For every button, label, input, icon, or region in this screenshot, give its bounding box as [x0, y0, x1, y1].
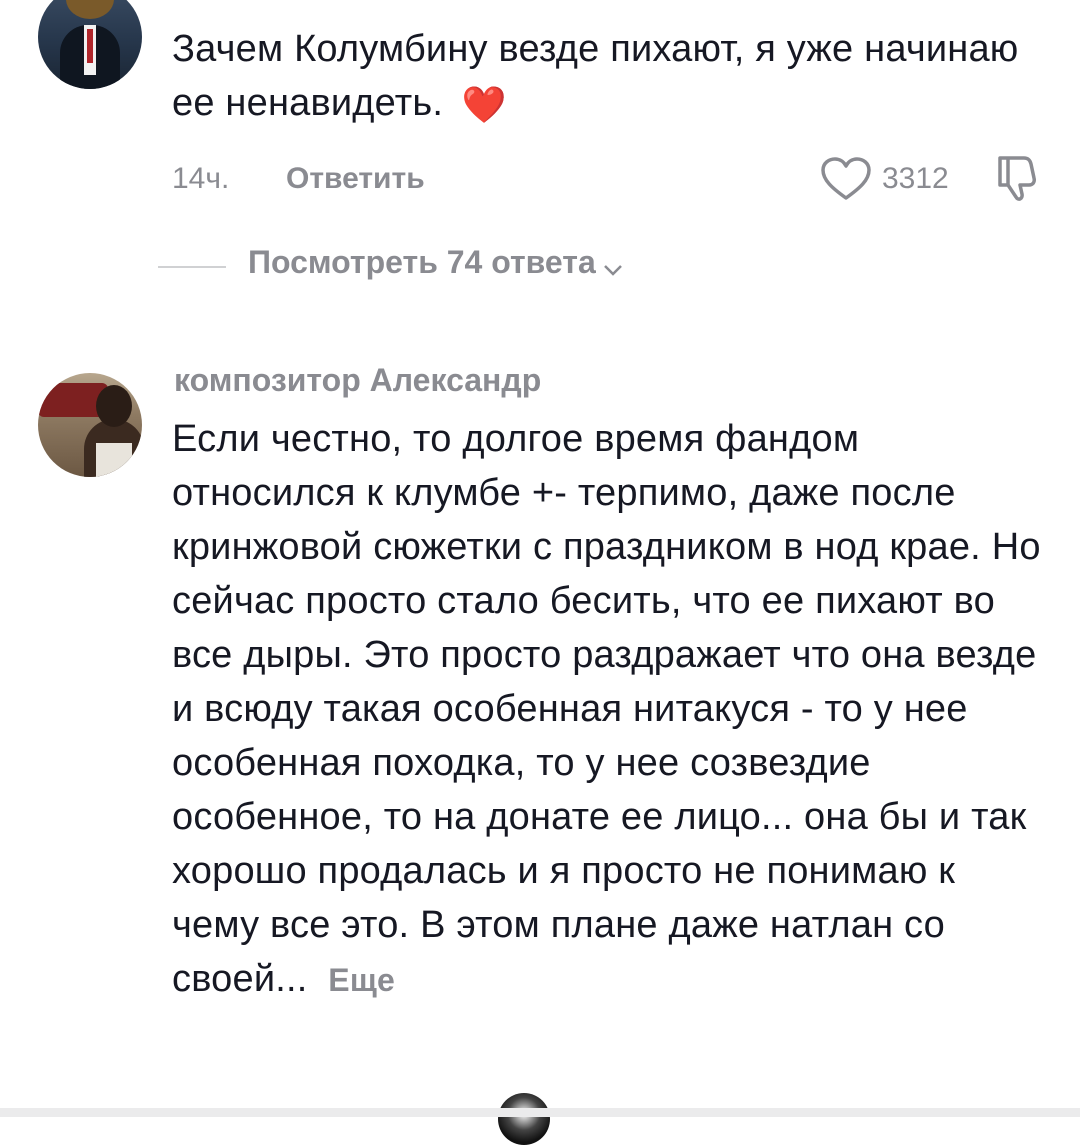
comment-2-text: Если честно, то долгое время фандом отно… — [172, 412, 1052, 1007]
comment-2-username[interactable]: композитор Александр — [174, 362, 541, 399]
comment-1-reply-button[interactable]: Ответить — [286, 162, 425, 196]
replies-divider — [158, 266, 226, 268]
view-replies-button[interactable]: Посмотреть 74 ответа — [248, 244, 624, 281]
comment-1-like-count: 3312 — [882, 162, 949, 195]
red-heart-emoji: ❤️ — [461, 84, 507, 125]
thumbs-down-icon[interactable] — [992, 152, 1040, 204]
comment-1-time: 14ч. — [172, 162, 230, 195]
comment-1-text: Зачем Колумбину везде пихают, я уже начи… — [172, 22, 1052, 132]
view-replies-label: Посмотреть 74 ответа — [248, 244, 596, 280]
more-button[interactable]: Еще — [328, 962, 395, 998]
partial-avatar — [498, 1093, 550, 1145]
chevron-down-icon — [602, 252, 624, 276]
comment-1-body: Зачем Колумбину везде пихают, я уже начи… — [172, 28, 1019, 124]
comment-2-avatar[interactable] — [38, 373, 142, 477]
bottom-overlay-bar — [0, 1108, 1080, 1117]
comment-2-body: Если честно, то долгое время фандом отно… — [172, 418, 1041, 1000]
heart-outline-icon[interactable] — [820, 156, 872, 202]
comment-1-avatar[interactable] — [38, 0, 142, 89]
